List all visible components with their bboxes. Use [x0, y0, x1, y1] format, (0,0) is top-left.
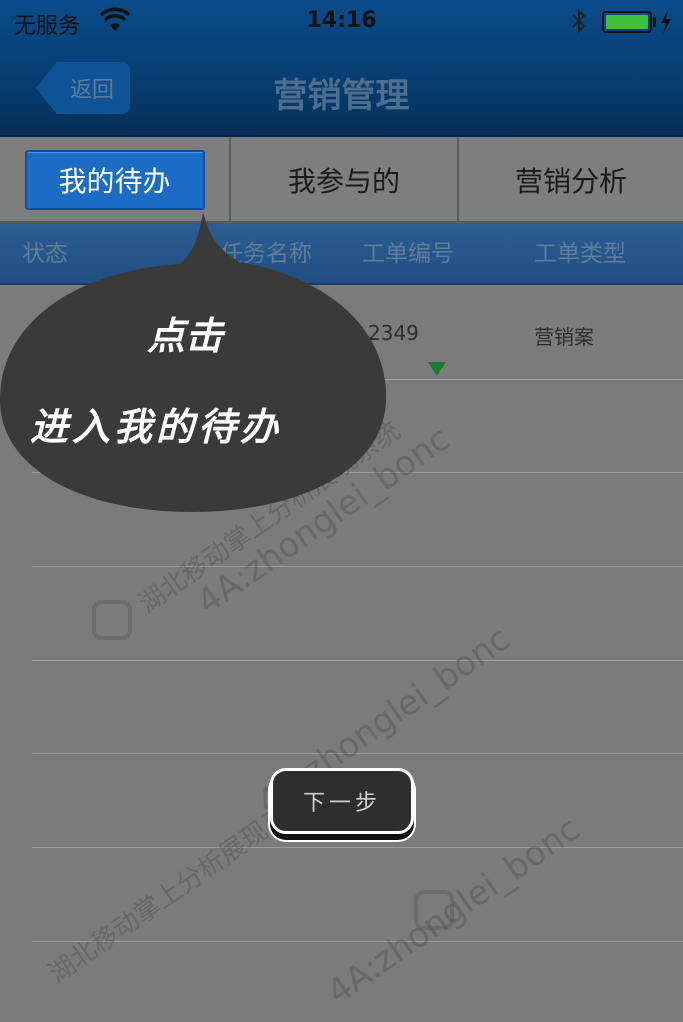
next-step-button[interactable]: 下一步 [270, 768, 414, 834]
guide-bubble: 点击 进入我的待办 [0, 200, 400, 520]
expand-triangle-icon[interactable] [427, 361, 447, 377]
battery-icon [602, 11, 652, 33]
tab-label: 我参与的 [287, 165, 400, 198]
row-divider [32, 660, 683, 661]
battery-tip [653, 17, 656, 27]
charging-icon [661, 10, 671, 34]
order-type: 营销案 [534, 325, 594, 349]
watermark-logo-icon [92, 600, 132, 640]
speech-bubble-shape [0, 212, 387, 512]
guide-line-1: 点击 [146, 313, 223, 358]
column-header-order-type: 工单类型 [534, 241, 626, 267]
row-divider [32, 847, 683, 848]
page-title: 营销管理 [273, 76, 410, 116]
guide-line-2: 进入我的待办 [30, 404, 283, 449]
row-divider [32, 566, 683, 567]
tab-label: 营销分析 [514, 165, 627, 198]
navigation-bar: 无服务 14:16 返回 营销管理 [0, 0, 683, 137]
status-bar: 无服务 14:16 [0, 0, 683, 44]
bluetooth-icon [572, 8, 586, 34]
next-step-label: 下一步 [302, 791, 381, 816]
tab-marketing-analysis[interactable]: 营销分析 [457, 137, 683, 223]
watermark-logo-icon [414, 890, 454, 930]
